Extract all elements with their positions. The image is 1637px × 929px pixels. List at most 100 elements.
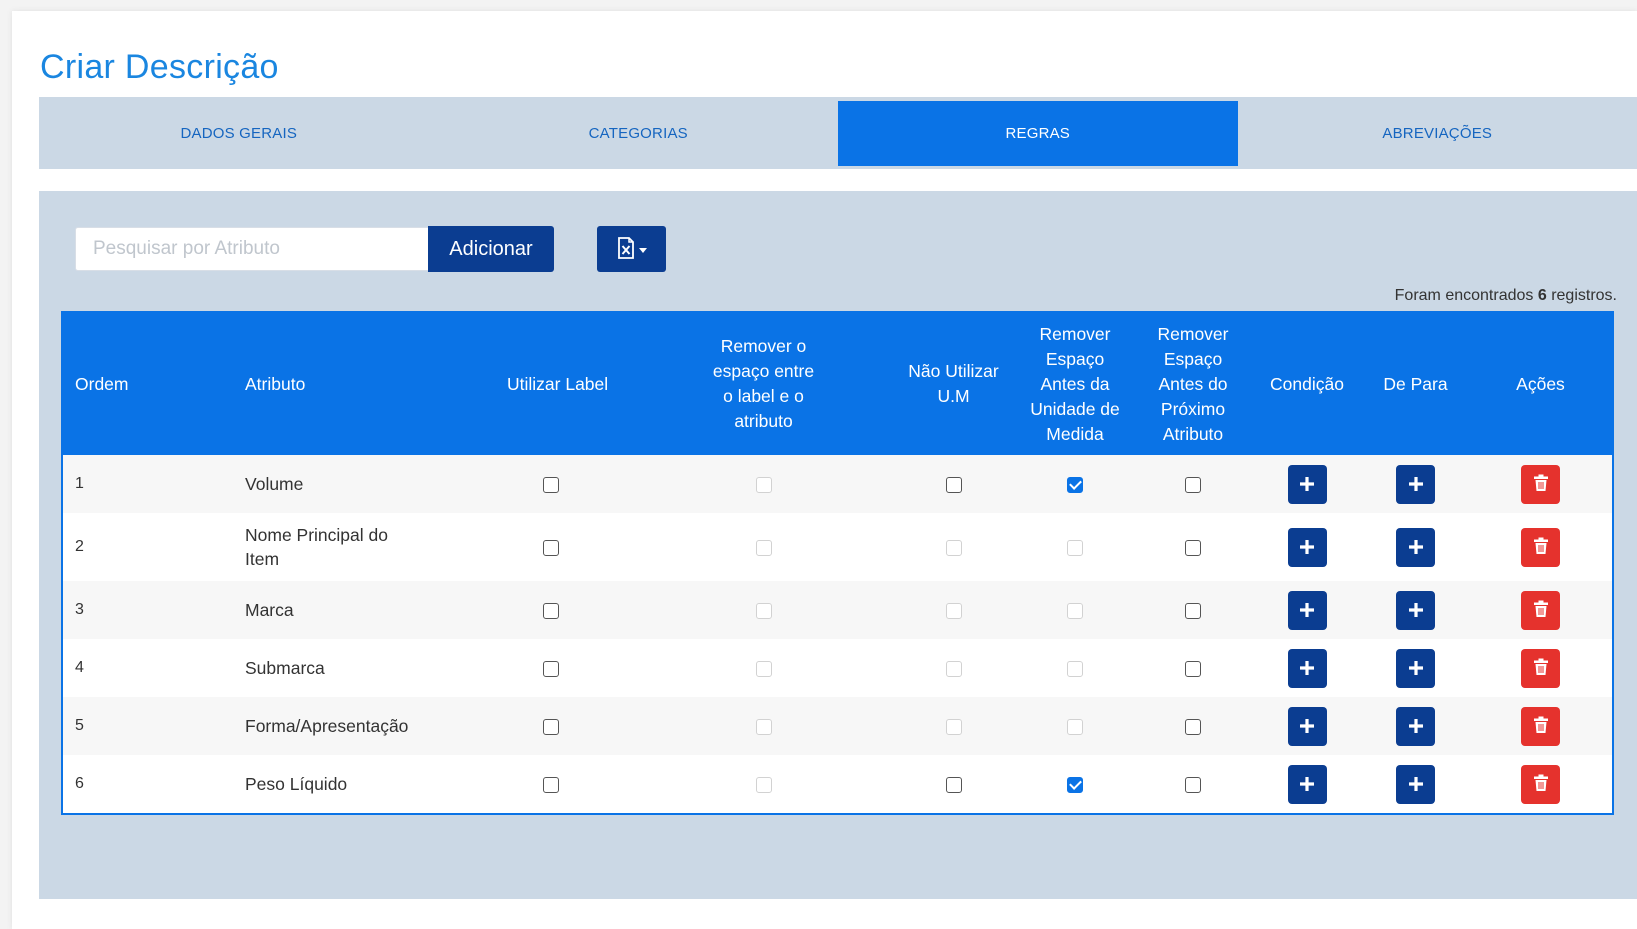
cell-remover-espaco-label <box>636 455 891 513</box>
checkbox-remover-espaco-proximo[interactable] <box>1185 476 1201 493</box>
cell-remover-espaco-unidade <box>1016 581 1134 639</box>
table-row: 1 Volume <box>63 455 1612 513</box>
plus-icon <box>1298 712 1316 740</box>
cell-remover-espaco-proximo <box>1134 697 1252 755</box>
checkbox-remover-espaco-unidade[interactable] <box>1067 476 1083 493</box>
cell-de-para <box>1362 513 1469 581</box>
checkbox-nao-utilizar-um[interactable] <box>945 476 962 493</box>
delete-button[interactable] <box>1521 590 1560 630</box>
checkbox-remover-espaco-unidade[interactable] <box>1067 776 1083 793</box>
rules-table-container: Ordem Atributo Utilizar Label Remover o … <box>61 311 1614 815</box>
tab-abreviacoes[interactable]: ABREVIAÇÕES <box>1238 97 1637 169</box>
cell-nao-utilizar-um <box>891 639 1016 697</box>
checkbox-remover-espaco-proximo[interactable] <box>1185 718 1201 735</box>
delete-button[interactable] <box>1521 706 1560 746</box>
cell-nao-utilizar-um <box>891 455 1016 513</box>
delete-button[interactable] <box>1521 648 1560 688</box>
header-ordem[interactable]: Ordem <box>63 313 233 455</box>
records-suffix: registros. <box>1551 287 1617 304</box>
header-acoes: Ações <box>1516 373 1565 394</box>
header-de-para: De Para <box>1383 373 1448 394</box>
checkbox-utilizar-label[interactable] <box>543 539 559 556</box>
de-para-button[interactable] <box>1396 527 1435 567</box>
cell-delete <box>1469 581 1612 639</box>
checkbox-utilizar-label[interactable] <box>543 776 559 793</box>
header-remover-espaco-proximo: Remover Espaço Antes do Próximo Atributo <box>1134 313 1252 455</box>
cell-utilizar-label <box>503 513 636 581</box>
checkbox-nao-utilizar-um[interactable] <box>945 776 962 793</box>
search-input[interactable] <box>75 227 428 271</box>
cell-atributo: Peso Líquido <box>245 774 348 794</box>
cell-ordem: 2 <box>75 538 84 555</box>
cell-remover-espaco-proximo <box>1134 581 1252 639</box>
plus-icon <box>1298 470 1316 498</box>
checkbox-remover-espaco-proximo[interactable] <box>1185 602 1201 619</box>
cell-remover-espaco-proximo <box>1134 639 1252 697</box>
checkbox-remover-espaco-label <box>755 602 772 619</box>
condicao-button[interactable] <box>1287 648 1327 688</box>
trash-icon <box>1533 474 1549 495</box>
condicao-button[interactable] <box>1287 764 1327 804</box>
add-button[interactable]: Adicionar <box>428 226 554 272</box>
cell-atributo: Volume <box>245 474 304 494</box>
de-para-button[interactable] <box>1396 590 1435 630</box>
checkbox-nao-utilizar-um <box>945 602 962 619</box>
delete-button[interactable] <box>1521 464 1560 504</box>
cell-utilizar-label <box>503 755 636 813</box>
trash-icon <box>1533 658 1549 679</box>
condicao-button[interactable] <box>1287 590 1327 630</box>
header-atributo[interactable]: Atributo <box>233 313 503 455</box>
checkbox-utilizar-label[interactable] <box>543 476 559 493</box>
delete-button[interactable] <box>1521 527 1560 567</box>
cell-nao-utilizar-um <box>891 513 1016 581</box>
cell-condicao <box>1252 755 1362 813</box>
cell-de-para <box>1362 639 1469 697</box>
excel-file-icon <box>617 236 635 262</box>
header-remover-espaco-label-text: Remover o espaço entre o label e o atrib… <box>712 336 815 431</box>
condicao-button[interactable] <box>1287 527 1327 567</box>
cell-atributo: Forma/Apresentação <box>245 716 409 736</box>
checkbox-remover-espaco-proximo[interactable] <box>1185 539 1201 556</box>
records-count-text: Foram encontrados 6 registros. <box>1395 287 1617 305</box>
cell-remover-espaco-unidade <box>1016 455 1134 513</box>
cell-remover-espaco-unidade <box>1016 639 1134 697</box>
checkbox-remover-espaco-unidade <box>1067 718 1083 735</box>
tab-dados-gerais[interactable]: DADOS GERAIS <box>39 97 439 169</box>
cell-utilizar-label <box>503 697 636 755</box>
tab-categorias[interactable]: CATEGORIAS <box>439 97 839 169</box>
de-para-button[interactable] <box>1396 648 1435 688</box>
de-para-button[interactable] <box>1396 764 1435 804</box>
condicao-button[interactable] <box>1287 464 1327 504</box>
cell-remover-espaco-proximo <box>1134 513 1252 581</box>
plus-icon <box>1298 770 1316 798</box>
tab-regras[interactable]: REGRAS <box>838 101 1238 166</box>
checkbox-utilizar-label[interactable] <box>543 718 559 735</box>
page-title: Criar Descrição <box>40 47 279 86</box>
checkbox-remover-espaco-label <box>755 539 772 556</box>
table-row: 2 Nome Principal do Item <box>63 513 1612 581</box>
checkbox-utilizar-label[interactable] <box>543 602 559 619</box>
cell-de-para <box>1362 581 1469 639</box>
cell-de-para <box>1362 755 1469 813</box>
export-dropdown-button[interactable] <box>597 226 666 272</box>
condicao-button[interactable] <box>1287 706 1327 746</box>
cell-atributo: Marca <box>245 600 294 620</box>
checkbox-remover-espaco-proximo[interactable] <box>1185 660 1201 677</box>
cell-delete <box>1469 455 1612 513</box>
rules-table: Ordem Atributo Utilizar Label Remover o … <box>63 313 1612 813</box>
trash-icon <box>1533 774 1549 795</box>
cell-utilizar-label <box>503 581 636 639</box>
header-condicao: Condição <box>1270 373 1344 394</box>
records-count: 6 <box>1537 287 1547 304</box>
de-para-button[interactable] <box>1396 706 1435 746</box>
cell-remover-espaco-label <box>636 755 891 813</box>
checkbox-utilizar-label[interactable] <box>543 660 559 677</box>
cell-ordem: 5 <box>75 717 84 734</box>
de-para-button[interactable] <box>1396 464 1435 504</box>
cell-remover-espaco-label <box>636 513 891 581</box>
tab-bar: DADOS GERAIS CATEGORIAS REGRAS ABREVIAÇÕ… <box>39 97 1637 169</box>
table-row: 6 Peso Líquido <box>63 755 1612 813</box>
checkbox-remover-espaco-proximo[interactable] <box>1185 776 1201 793</box>
checkbox-remover-espaco-unidade <box>1067 660 1083 677</box>
delete-button[interactable] <box>1521 764 1560 804</box>
